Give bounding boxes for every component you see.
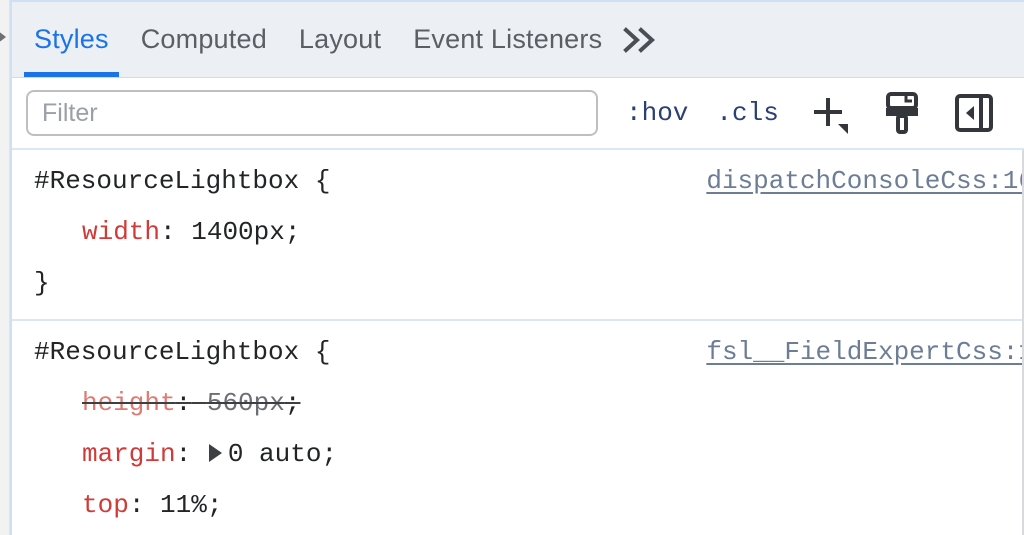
declaration-expand-triangle-icon[interactable] <box>209 444 222 462</box>
declaration-semicolon: ; <box>285 217 301 247</box>
filter-input[interactable] <box>26 90 598 136</box>
declaration-colon: : <box>129 490 145 520</box>
tab-computed[interactable]: Computed <box>125 2 283 77</box>
declaration-property[interactable]: top <box>82 490 129 520</box>
declaration-colon: : <box>176 388 192 418</box>
declaration-value[interactable]: 560px <box>207 388 285 418</box>
declaration-value[interactable]: 0 auto <box>228 439 322 469</box>
declaration-semicolon: ; <box>207 490 223 520</box>
panel-tabbar: StylesComputedLayoutEvent Listeners <box>12 0 1024 78</box>
css-declaration[interactable]: width: 940px; <box>12 531 1024 535</box>
toggle-sidebar-button[interactable] <box>953 90 995 136</box>
css-rules-list[interactable]: #ResourceLightbox { dispatchConsoleCss:16… <box>12 150 1024 535</box>
rule-selector[interactable]: #ResourceLightbox <box>34 166 299 196</box>
stylesheet-origin-link[interactable]: dispatchConsoleCss:16 <box>706 156 1024 207</box>
css-rule: #ResourceLightbox { dispatchConsoleCss:16… <box>12 150 1024 321</box>
css-declaration[interactable]: height: 560px; <box>12 378 1024 429</box>
styles-toolbar: :hov .cls <box>12 78 1024 150</box>
declaration-semicolon: ; <box>321 439 337 469</box>
open-brace: { <box>315 166 331 196</box>
css-rule: #ResourceLightbox { fsl__FieldExpertCss:1… <box>12 321 1024 535</box>
tab-event-listeners[interactable]: Event Listeners <box>397 2 618 77</box>
css-declaration[interactable]: margin: 0 auto; <box>12 429 1024 480</box>
declaration-property[interactable]: width <box>82 217 160 247</box>
declaration-semicolon: ; <box>285 388 301 418</box>
computed-styles-paintbrush-button[interactable] <box>881 90 923 136</box>
declaration-property[interactable]: height <box>82 388 176 418</box>
collapse-arrow-icon[interactable] <box>0 30 6 44</box>
new-style-rule-button[interactable] <box>809 90 851 136</box>
tab-overflow-button[interactable] <box>618 2 674 77</box>
left-gutter <box>0 0 10 535</box>
rule-header: #ResourceLightbox { fsl__FieldExpertCss:1 <box>12 327 1024 378</box>
declaration-value[interactable]: 1400px <box>191 217 285 247</box>
declaration-colon: : <box>176 439 192 469</box>
close-brace: } <box>12 258 1024 309</box>
declaration-value[interactable]: 11% <box>160 490 207 520</box>
tab-layout[interactable]: Layout <box>283 2 397 77</box>
css-declaration[interactable]: top: 11%; <box>12 480 1024 531</box>
element-classes-cls-button[interactable]: .cls <box>716 98 778 128</box>
stylesheet-origin-link[interactable]: fsl__FieldExpertCss:1 <box>706 327 1024 378</box>
declaration-colon: : <box>160 217 176 247</box>
css-declaration[interactable]: width: 1400px; <box>12 207 1024 258</box>
styles-panel: StylesComputedLayoutEvent Listeners :hov… <box>10 0 1024 535</box>
open-brace: { <box>315 337 331 367</box>
tab-styles[interactable]: Styles <box>18 2 125 77</box>
rule-header: #ResourceLightbox { dispatchConsoleCss:16 <box>12 156 1024 207</box>
devtools-styles-panel: StylesComputedLayoutEvent Listeners :hov… <box>0 0 1024 535</box>
force-state-hov-button[interactable]: :hov <box>626 98 688 128</box>
rule-selector[interactable]: #ResourceLightbox <box>34 337 299 367</box>
declaration-property[interactable]: margin <box>82 439 176 469</box>
